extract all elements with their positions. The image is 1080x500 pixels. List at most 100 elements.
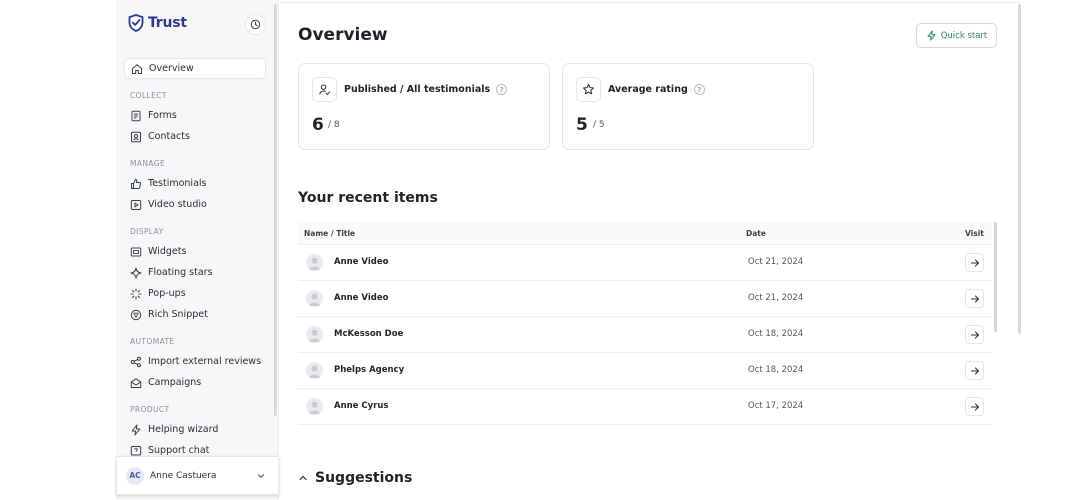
arrow-right-icon (970, 294, 979, 303)
stat-icon-box (312, 77, 337, 102)
sidebar-item-label: Overview (149, 63, 194, 74)
form-icon (131, 110, 141, 121)
sidebar-item-popups[interactable]: Pop-ups (124, 283, 266, 304)
row-name: Phelps Agency (334, 365, 405, 375)
row-date: Oct 21, 2024 (748, 257, 804, 267)
row-date: Oct 17, 2024 (748, 401, 804, 411)
history-icon (250, 19, 261, 30)
table-row[interactable]: Anne Cyrus Oct 17, 2024 (298, 389, 992, 425)
user-menu[interactable]: AC Anne Castuera (116, 456, 279, 495)
suggestions-toggle[interactable]: Suggestions (298, 470, 412, 486)
star-icon (582, 83, 595, 95)
share-nodes-icon (130, 356, 141, 367)
table-row[interactable]: Anne Video Oct 21, 2024 (298, 245, 992, 281)
section-label-automate: AUTOMATE (130, 337, 175, 346)
help-icon[interactable]: ? (496, 84, 508, 95)
sidebar-scrollbar[interactable] (274, 4, 277, 416)
sidebar-item-widgets[interactable]: Widgets (124, 241, 266, 262)
recent-items-title: Your recent items (298, 190, 438, 206)
table-row[interactable]: Phelps Agency Oct 18, 2024 (298, 353, 992, 389)
person-avatar-icon (306, 326, 323, 343)
stat-icon-box (576, 77, 601, 102)
stat-card-testimonials: Published / All testimonials? 6 / 8 (298, 63, 550, 150)
stat-total: / 8 (328, 120, 340, 130)
sidebar-item-contacts[interactable]: Contacts (124, 126, 266, 147)
stat-label-text: Published / All testimonials (344, 84, 491, 95)
visit-button[interactable] (965, 253, 984, 272)
divider (280, 2, 1020, 3)
sidebar-item-label: Pop-ups (148, 288, 186, 299)
stat-value: 6 (312, 115, 324, 135)
sidebar-item-rich-snippet[interactable]: Rich Snippet (124, 304, 266, 325)
sidebar-item-label: Forms (148, 110, 177, 121)
table-row[interactable]: Anne Video Oct 21, 2024 (298, 281, 992, 317)
row-date: Oct 18, 2024 (748, 329, 804, 339)
sidebar-item-label: Helping wizard (148, 424, 219, 435)
stat-label-text: Average rating (608, 84, 688, 95)
visit-button[interactable] (965, 397, 984, 416)
suggestions-title: Suggestions (315, 470, 413, 486)
visit-button[interactable] (965, 361, 984, 380)
main-scrollbar[interactable] (1018, 4, 1021, 334)
column-header-date: Date (746, 229, 766, 238)
quick-start-button[interactable]: Quick start (916, 23, 997, 48)
row-date: Oct 21, 2024 (748, 293, 804, 303)
sidebar-item-label: Floating stars (148, 267, 213, 278)
sidebar-item-import-external-reviews[interactable]: Import external reviews (124, 351, 266, 372)
quick-start-label: Quick start (940, 30, 988, 41)
sidebar-item-forms[interactable]: Forms (124, 105, 266, 126)
section-label-collect: COLLECT (130, 91, 167, 100)
help-chat-icon (130, 445, 142, 455)
home-icon (132, 63, 142, 74)
row-name: Anne Video (334, 293, 389, 303)
visit-button[interactable] (965, 289, 984, 308)
video-play-icon (130, 199, 142, 210)
table-scrollbar[interactable] (994, 222, 997, 332)
row-name: McKesson Doe (334, 329, 404, 339)
lightning-icon (131, 424, 141, 435)
arrow-right-icon (970, 330, 979, 339)
sidebar-item-label: Widgets (148, 246, 187, 257)
sidebar-item-label: Campaigns (148, 377, 202, 388)
person-avatar-icon (306, 362, 323, 379)
help-icon[interactable]: ? (693, 84, 705, 95)
shield-check-icon (128, 14, 144, 32)
row-name: Anne Video (334, 257, 389, 267)
row-date: Oct 18, 2024 (748, 365, 804, 375)
arrow-right-icon (970, 402, 979, 411)
section-label-display: DISPLAY (130, 227, 164, 236)
app-root: Trust Overview COLLECT Forms Contacts MA (0, 0, 1080, 500)
arrow-right-icon (970, 258, 979, 267)
arrow-right-icon (970, 366, 979, 375)
stat-card-average-rating: Average rating? 5 / 5 (562, 63, 814, 150)
sidebar-item-label: Import external reviews (148, 356, 262, 367)
table-row[interactable]: McKesson Doe Oct 18, 2024 (298, 317, 992, 353)
section-label-product: PRODUCT (130, 405, 170, 414)
mail-open-icon (130, 377, 142, 388)
sidebar-item-campaigns[interactable]: Campaigns (124, 372, 266, 393)
thumbs-up-icon (131, 178, 142, 189)
sidebar-item-overview[interactable]: Overview (124, 58, 266, 79)
stat-label: Average rating? (608, 84, 705, 95)
brand-logo[interactable]: Trust (128, 14, 187, 32)
person-avatar-icon (306, 254, 323, 271)
sidebar-item-helping-wizard[interactable]: Helping wizard (124, 419, 266, 440)
sidebar-item-label: Rich Snippet (148, 309, 208, 320)
brand-name: Trust (148, 15, 187, 31)
visit-button[interactable] (965, 325, 984, 344)
person-avatar-icon (306, 290, 323, 307)
sidebar-item-floating-stars[interactable]: Floating stars (124, 262, 266, 283)
chevron-up-icon (299, 475, 307, 481)
widget-icon (130, 247, 142, 256)
sidebar-item-video-studio[interactable]: Video studio (124, 194, 266, 215)
sidebar-item-testimonials[interactable]: Testimonials (124, 173, 266, 194)
table-header: Name / Title Date Visit (298, 222, 992, 245)
sidebar-item-label: Video studio (148, 199, 207, 210)
lightning-icon (927, 30, 936, 41)
history-button[interactable] (245, 14, 266, 35)
person-avatar-icon (306, 398, 323, 415)
column-header-visit: Visit (965, 229, 984, 238)
user-check-icon (319, 84, 331, 96)
user-name: Anne Castuera (150, 470, 217, 481)
sidebar-item-label: Support chat (148, 445, 210, 456)
